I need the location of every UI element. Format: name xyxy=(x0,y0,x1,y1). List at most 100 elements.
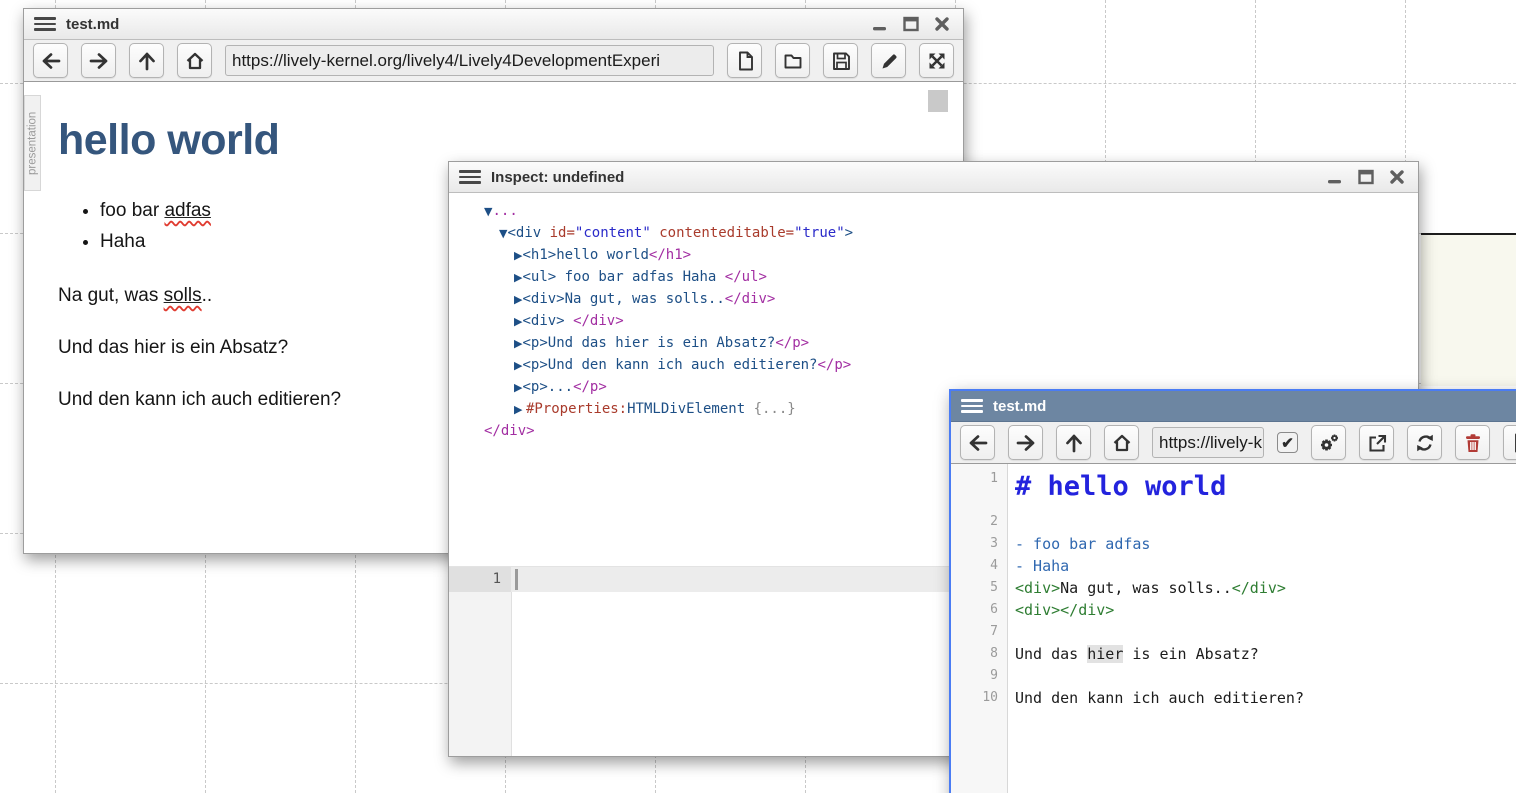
auto-update-checkbox[interactable]: ✔ xyxy=(1277,432,1298,453)
code-line[interactable]: 7 xyxy=(951,621,1516,643)
background-panel xyxy=(1421,233,1516,386)
delete-button[interactable] xyxy=(1455,425,1490,460)
new-file-icon xyxy=(1510,432,1516,454)
lively-desktop: test.md xyxy=(0,0,1516,793)
minimize-button[interactable] xyxy=(1324,166,1346,188)
scrollbar-thumb[interactable] xyxy=(928,90,948,112)
close-button[interactable] xyxy=(1386,166,1408,188)
window3-toolbar: https://lively-k ✔ xyxy=(951,422,1516,464)
tree-node[interactable]: ▶<div> </div> xyxy=(449,310,1418,332)
tree-node[interactable]: ▶<p>Und das hier is ein Absatz?</p> xyxy=(449,332,1418,354)
minimize-button[interactable] xyxy=(869,13,891,35)
gears-icon xyxy=(1317,431,1341,455)
line-number: 3 xyxy=(951,533,1007,555)
code-line[interactable]: 8Und das hier is ein Absatz? xyxy=(951,643,1516,665)
forward-button[interactable] xyxy=(81,43,116,78)
markdown-source-editor[interactable]: 1# hello world23- foo bar adfas4- Haha5<… xyxy=(951,464,1516,793)
open-folder-button[interactable] xyxy=(775,43,810,78)
maximize-button[interactable] xyxy=(1355,166,1377,188)
external-link-icon xyxy=(1366,432,1388,454)
save-button[interactable] xyxy=(823,43,858,78)
refresh-icon xyxy=(1414,432,1436,454)
window1-titlebar[interactable]: test.md xyxy=(24,9,963,40)
menu-icon[interactable] xyxy=(459,168,481,186)
save-icon xyxy=(830,50,852,72)
tree-node[interactable]: ▼... xyxy=(449,200,1418,222)
code-line[interactable]: 3- foo bar adfas xyxy=(951,533,1516,555)
line-number: 9 xyxy=(951,665,1007,687)
line-number: 8 xyxy=(951,643,1007,665)
close-icon xyxy=(1387,167,1407,187)
line-number: 5 xyxy=(951,577,1007,599)
window2-titlebar[interactable]: Inspect: undefined xyxy=(449,162,1418,193)
window1-toolbar: https://lively-kernel.org/lively4/Lively… xyxy=(24,40,963,82)
maximize-button[interactable] xyxy=(900,13,922,35)
code-line[interactable]: 1# hello world xyxy=(951,467,1516,511)
code-line[interactable]: 4- Haha xyxy=(951,555,1516,577)
refresh-button[interactable] xyxy=(1407,425,1442,460)
home-button[interactable] xyxy=(1104,425,1139,460)
window-title: test.md xyxy=(993,398,1046,415)
menu-icon[interactable] xyxy=(961,397,983,415)
pencil-icon xyxy=(878,50,900,72)
back-button[interactable] xyxy=(33,43,68,78)
back-button[interactable] xyxy=(960,425,995,460)
code-line[interactable]: 6<div></div> xyxy=(951,599,1516,621)
line-number: 2 xyxy=(951,511,1007,533)
folder-icon xyxy=(782,50,804,72)
presentation-tab[interactable]: presentation xyxy=(24,95,41,191)
arrow-left-icon xyxy=(40,50,62,72)
misspelled-word: adfas xyxy=(164,200,210,221)
code-line[interactable]: 2 xyxy=(951,511,1516,533)
line-number: 7 xyxy=(951,621,1007,643)
tree-node[interactable]: ▶<h1>hello world</h1> xyxy=(449,244,1418,266)
close-button[interactable] xyxy=(931,13,953,35)
tree-node[interactable]: ▼<div id="content" contenteditable="true… xyxy=(449,222,1418,244)
line-number: 1 xyxy=(449,567,511,592)
url-input[interactable]: https://lively-kernel.org/lively4/Lively… xyxy=(225,45,714,76)
tree-node[interactable]: ▶<div>Na gut, was solls..</div> xyxy=(449,288,1418,310)
trash-icon xyxy=(1462,432,1484,454)
new-file-icon xyxy=(734,50,756,72)
url-input[interactable]: https://lively-k xyxy=(1152,427,1264,458)
menu-icon[interactable] xyxy=(34,15,56,33)
tree-node[interactable]: ▶<ul> foo bar adfas Haha </ul> xyxy=(449,266,1418,288)
doc-heading: hello world xyxy=(58,116,963,165)
forward-button[interactable] xyxy=(1008,425,1043,460)
arrow-right-icon xyxy=(1015,432,1037,454)
arrow-right-icon xyxy=(88,50,110,72)
window-title: test.md xyxy=(66,16,119,33)
maximize-icon xyxy=(1356,167,1376,187)
code-lines[interactable]: 1# hello world23- foo bar adfas4- Haha5<… xyxy=(951,464,1516,709)
open-external-button[interactable] xyxy=(1359,425,1394,460)
code-line[interactable]: 5<div>Na gut, was solls..</div> xyxy=(951,577,1516,599)
home-icon xyxy=(184,50,206,72)
home-button[interactable] xyxy=(177,43,212,78)
line-number-gutter xyxy=(449,567,512,756)
window-title: Inspect: undefined xyxy=(491,169,624,186)
settings-button[interactable] xyxy=(1311,425,1346,460)
arrow-up-icon xyxy=(136,50,158,72)
arrow-left-icon xyxy=(967,432,989,454)
window-markdown-editor: test.md https://lively-k ✔ xyxy=(949,389,1516,793)
resize-button[interactable] xyxy=(919,43,954,78)
line-number: 4 xyxy=(951,555,1007,577)
line-number: 10 xyxy=(951,687,1007,709)
up-button[interactable] xyxy=(129,43,164,78)
line-number: 1 xyxy=(951,467,1007,491)
code-line[interactable]: 9 xyxy=(951,665,1516,687)
tree-node[interactable]: ▶<p>Und den kann ich auch editieren?</p> xyxy=(449,354,1418,376)
minimize-icon xyxy=(870,14,890,34)
misspelled-word: solls xyxy=(164,285,202,306)
line-number: 6 xyxy=(951,599,1007,621)
new-file-button[interactable] xyxy=(727,43,762,78)
home-icon xyxy=(1111,432,1133,454)
new-file-button[interactable] xyxy=(1503,425,1516,460)
resize-arrows-icon xyxy=(926,50,948,72)
up-button[interactable] xyxy=(1056,425,1091,460)
code-line[interactable]: 10Und den kann ich auch editieren? xyxy=(951,687,1516,709)
text-cursor xyxy=(515,569,518,590)
close-icon xyxy=(932,14,952,34)
window3-titlebar[interactable]: test.md xyxy=(951,391,1516,422)
edit-button[interactable] xyxy=(871,43,906,78)
